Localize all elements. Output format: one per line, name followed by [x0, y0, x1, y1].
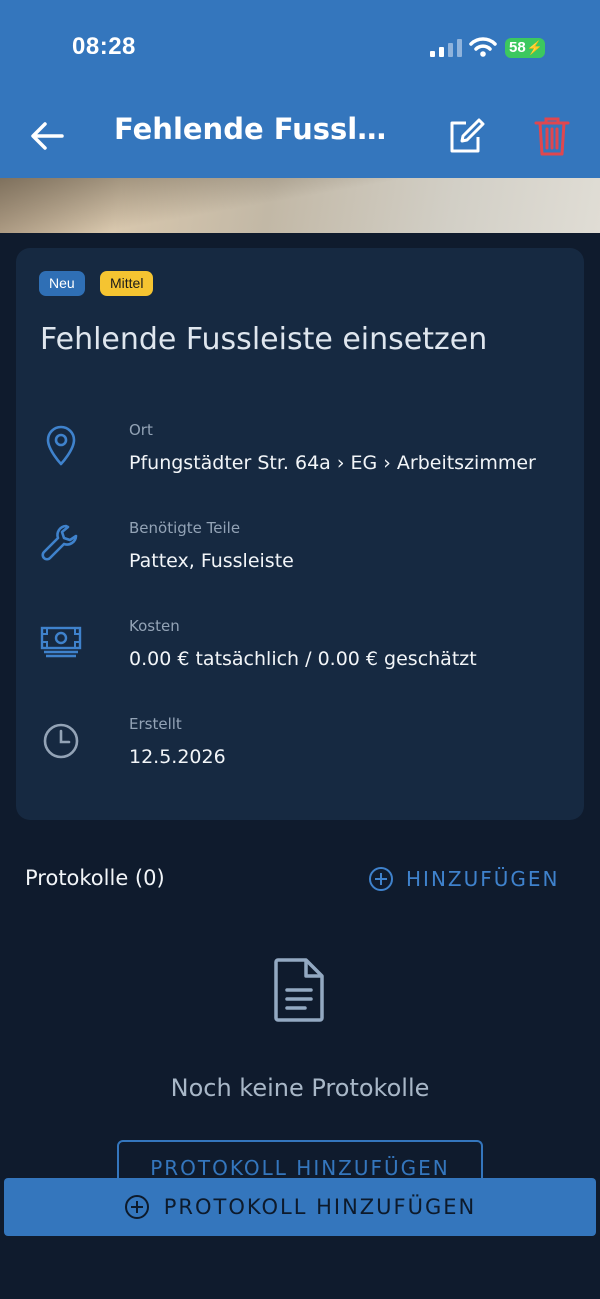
created-label: Erstellt: [129, 715, 182, 733]
battery-indicator: 58 ⚡: [505, 38, 545, 58]
add-protocol-outline-label: PROTOKOLL HINZUFÜGEN: [150, 1156, 450, 1180]
issue-photo[interactable]: [0, 178, 600, 233]
clock-icon: [43, 723, 79, 759]
document-icon: [274, 958, 324, 1022]
wrench-icon: [41, 524, 78, 561]
costs-label: Kosten: [129, 617, 180, 635]
parts-value: Pattex, Fussleiste: [129, 550, 294, 572]
parts-label: Benötigte Teile: [129, 519, 241, 537]
add-protocol-button[interactable]: PROTOKOLL HINZUFÜGEN: [4, 1178, 596, 1236]
location-value: Pfungstädter Str. 64a › EG › Arbeitszimm…: [129, 452, 536, 474]
plus-circle-icon: [124, 1195, 149, 1219]
edit-button[interactable]: [444, 114, 488, 158]
app-header: 08:28 58 ⚡ Fehlende Fussl…: [0, 0, 600, 178]
add-protocol-button-label: PROTOKOLL HINZUFÜGEN: [163, 1195, 477, 1219]
costs-value: 0.00 € tatsächlich / 0.00 € geschätzt: [129, 648, 477, 670]
wifi-icon: [469, 37, 497, 57]
back-button[interactable]: [26, 116, 66, 156]
protocols-section-title: Protokolle (0): [25, 866, 165, 890]
plus-circle-icon: [369, 867, 393, 891]
delete-button[interactable]: [530, 114, 574, 158]
location-pin-icon: [46, 425, 76, 466]
location-label: Ort: [129, 421, 153, 439]
page-title: Fehlende Fussl…: [114, 112, 387, 146]
battery-level: 58: [509, 39, 526, 56]
add-protocol-outline-button[interactable]: PROTOKOLL HINZUFÜGEN: [117, 1140, 483, 1180]
add-protocol-link[interactable]: HINZUFÜGEN: [368, 864, 559, 894]
priority-badge: Mittel: [100, 271, 154, 296]
money-icon: [40, 626, 82, 658]
issue-title: Fehlende Fussleiste einsetzen: [40, 322, 488, 357]
charging-bolt-icon: ⚡: [526, 40, 543, 55]
add-protocol-label: HINZUFÜGEN: [406, 867, 560, 891]
empty-state-text: Noch keine Protokolle: [170, 1074, 430, 1102]
status-badge: Neu: [39, 271, 85, 296]
cellular-signal-icon: [430, 39, 462, 57]
created-value: 12.5.2026: [129, 746, 226, 768]
status-time: 08:28: [72, 33, 136, 60]
